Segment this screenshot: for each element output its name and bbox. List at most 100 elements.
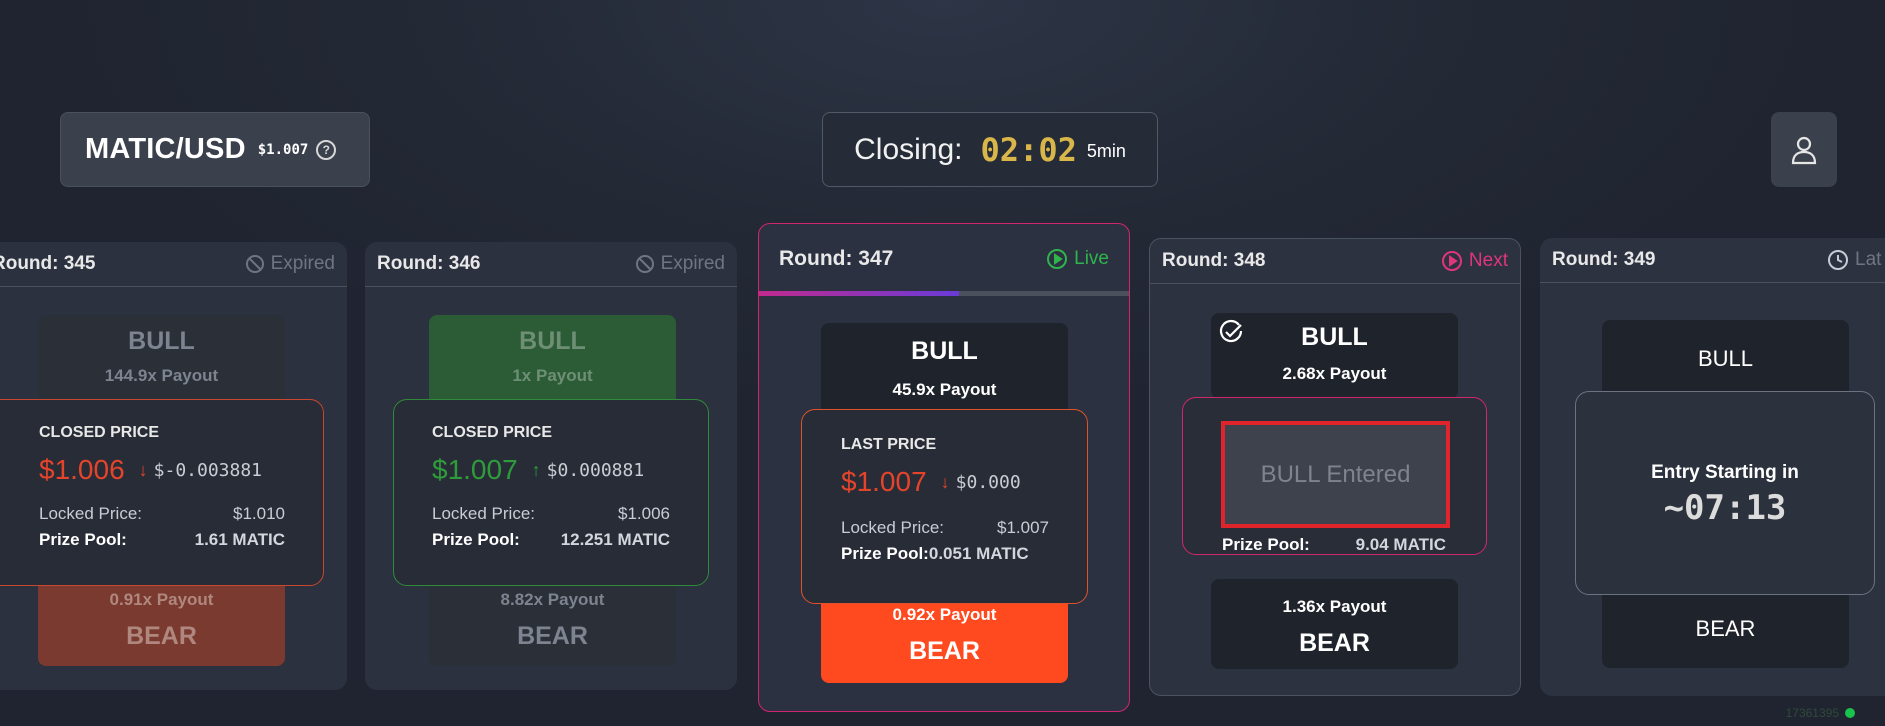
round-header: Round: 345 Expired (0, 242, 347, 287)
expired-icon (635, 255, 654, 273)
round-card-348: Round: 348 Next BULL 2.68x Payout 1.36x … (1149, 238, 1521, 696)
status-badge: Next (1441, 250, 1508, 272)
bull-button[interactable]: BULL (1602, 320, 1849, 400)
prize-pool-label: Prize Pool: (1222, 535, 1310, 554)
status-text: Next (1468, 250, 1508, 271)
round-card-347: Round: 347 Live BULL 45.9x Payout 0.92x … (758, 223, 1130, 712)
entered-panel: BULL Entered Prize Pool: 9.04 MATIC (1182, 397, 1487, 555)
prize-pool-value: 12.251 MATIC (560, 530, 670, 549)
round-label: Round: 348 (1162, 250, 1266, 271)
bull-payout: 2.68x Payout (1282, 364, 1387, 383)
bear-label: BEAR (517, 622, 588, 650)
status-text: Live (1074, 247, 1109, 269)
price-change: $0.000881 (546, 459, 645, 481)
bull-label: BULL (1697, 346, 1754, 371)
bull-button[interactable]: BULL 45.9x Payout (821, 323, 1068, 417)
price-change: $-0.003881 (153, 459, 263, 481)
closing-interval: 5min (1086, 141, 1126, 161)
arrow-up-icon: ↑ (531, 459, 541, 480)
bull-payout: 45.9x Payout (892, 380, 997, 399)
last-price: $1.007 (841, 466, 927, 497)
last-price-panel: LAST PRICE $1.007 ↓ $0.000 Locked Price:… (801, 409, 1088, 604)
round-label: Round: 349 (1552, 249, 1656, 270)
status-text: Expired (270, 253, 335, 274)
expired-icon (245, 255, 264, 273)
bear-payout: 1.36x Payout (1282, 597, 1387, 616)
bear-payout: 0.91x Payout (109, 590, 214, 609)
bull-button[interactable]: BULL 2.68x Payout (1211, 313, 1458, 399)
bear-payout: 0.92x Payout (892, 605, 997, 624)
round-label: Round: 347 (779, 246, 894, 270)
round-card-345: Round: 345 Expired BULL 144.9x Payout 0.… (0, 242, 347, 690)
locked-price-value: $1.007 (997, 518, 1049, 537)
bear-label: BEAR (1695, 616, 1756, 641)
status-badge: Live (1046, 248, 1109, 270)
entry-countdown-panel: Entry Starting in ~07:13 (1575, 391, 1875, 595)
closing-time: 02:02 (980, 130, 1077, 169)
bear-label: BEAR (909, 637, 980, 665)
locked-price-value: $1.006 (618, 504, 670, 523)
block-id: 17361395 (1785, 706, 1839, 720)
status-badge: Expired (635, 253, 725, 275)
bull-button[interactable]: BULL 144.9x Payout (38, 315, 285, 405)
round-header: Round: 348 Next (1150, 239, 1520, 284)
bull-payout: 144.9x Payout (104, 366, 219, 385)
closed-price-title: CLOSED PRICE (39, 424, 160, 441)
status-text: Lat (1855, 249, 1882, 270)
user-button[interactable] (1771, 112, 1837, 187)
round-label: Round: 346 (377, 253, 481, 274)
bear-button[interactable]: BEAR (1602, 588, 1849, 668)
help-icon[interactable]: ? (316, 139, 337, 160)
closing-timer: Closing: 02:02 5min (822, 112, 1158, 187)
status-badge: Lat (1827, 249, 1881, 271)
locked-price-label: Locked Price: (39, 504, 142, 523)
bear-label: BEAR (1299, 629, 1370, 657)
bull-label: BULL (911, 337, 978, 365)
bull-button[interactable]: BULL 1x Payout (429, 315, 676, 405)
status-text: Expired (660, 253, 725, 274)
round-header: Round: 347 Live (759, 224, 1129, 293)
play-icon (1047, 248, 1068, 269)
arrow-down-icon: ↓ (138, 459, 148, 480)
last-price-title: LAST PRICE (841, 436, 937, 453)
check-circle-icon (1219, 319, 1243, 343)
prize-pool-label: Prize Pool: (841, 544, 929, 563)
price-change: $0.000 (955, 471, 1021, 493)
play-icon (1441, 251, 1462, 271)
bear-button[interactable]: 8.82x Payout BEAR (429, 572, 676, 666)
prize-pool-value: 9.04 MATIC (1355, 535, 1446, 554)
closed-price-panel: CLOSED PRICE $1.007 ↑ $0.000881 Locked P… (393, 399, 709, 586)
locked-price-label: Locked Price: (432, 504, 535, 523)
round-header: Round: 349 Lat (1540, 238, 1885, 283)
pair-price: $1.007 (257, 141, 309, 158)
bull-entered-label: BULL Entered (1260, 460, 1411, 488)
bear-button[interactable]: 0.91x Payout BEAR (38, 572, 285, 666)
entry-countdown: ~07:13 (1663, 488, 1787, 528)
round-card-349: Round: 349 Lat BULL BEAR Entry Starting … (1540, 238, 1885, 696)
arrow-down-icon: ↓ (940, 471, 950, 492)
prize-pool-value: 0.051 MATIC (928, 544, 1029, 563)
bull-payout: 1x Payout (512, 366, 593, 385)
closing-label: Closing: (854, 132, 963, 166)
closed-price-panel: CLOSED PRICE $1.006 ↓ $-0.003881 Locked … (0, 399, 324, 586)
clock-icon (1828, 250, 1848, 270)
closed-price: $1.006 (39, 454, 125, 485)
locked-price-label: Locked Price: (841, 518, 944, 537)
entry-label: Entry Starting in (1651, 462, 1799, 483)
user-icon (1791, 136, 1817, 164)
pair-selector[interactable]: MATIC/USD $1.007 ? (60, 112, 370, 187)
bear-label: BEAR (126, 622, 197, 650)
bear-button[interactable]: 1.36x Payout BEAR (1211, 579, 1458, 669)
pair-name: MATIC/USD (85, 133, 246, 165)
progress-fill (759, 291, 959, 296)
bull-label: BULL (1301, 323, 1368, 351)
closed-price: $1.007 (432, 454, 518, 485)
prize-pool-value: 1.61 MATIC (194, 530, 285, 549)
round-card-346: Round: 346 Expired BULL 1x Payout 8.82x … (365, 242, 737, 690)
prize-pool-label: Prize Pool: (432, 530, 520, 549)
bull-label: BULL (128, 327, 195, 355)
footer-status: 17361395 (1786, 706, 1855, 720)
status-badge: Expired (245, 253, 335, 275)
round-header: Round: 346 Expired (365, 242, 737, 287)
round-label: Round: 345 (0, 253, 96, 274)
